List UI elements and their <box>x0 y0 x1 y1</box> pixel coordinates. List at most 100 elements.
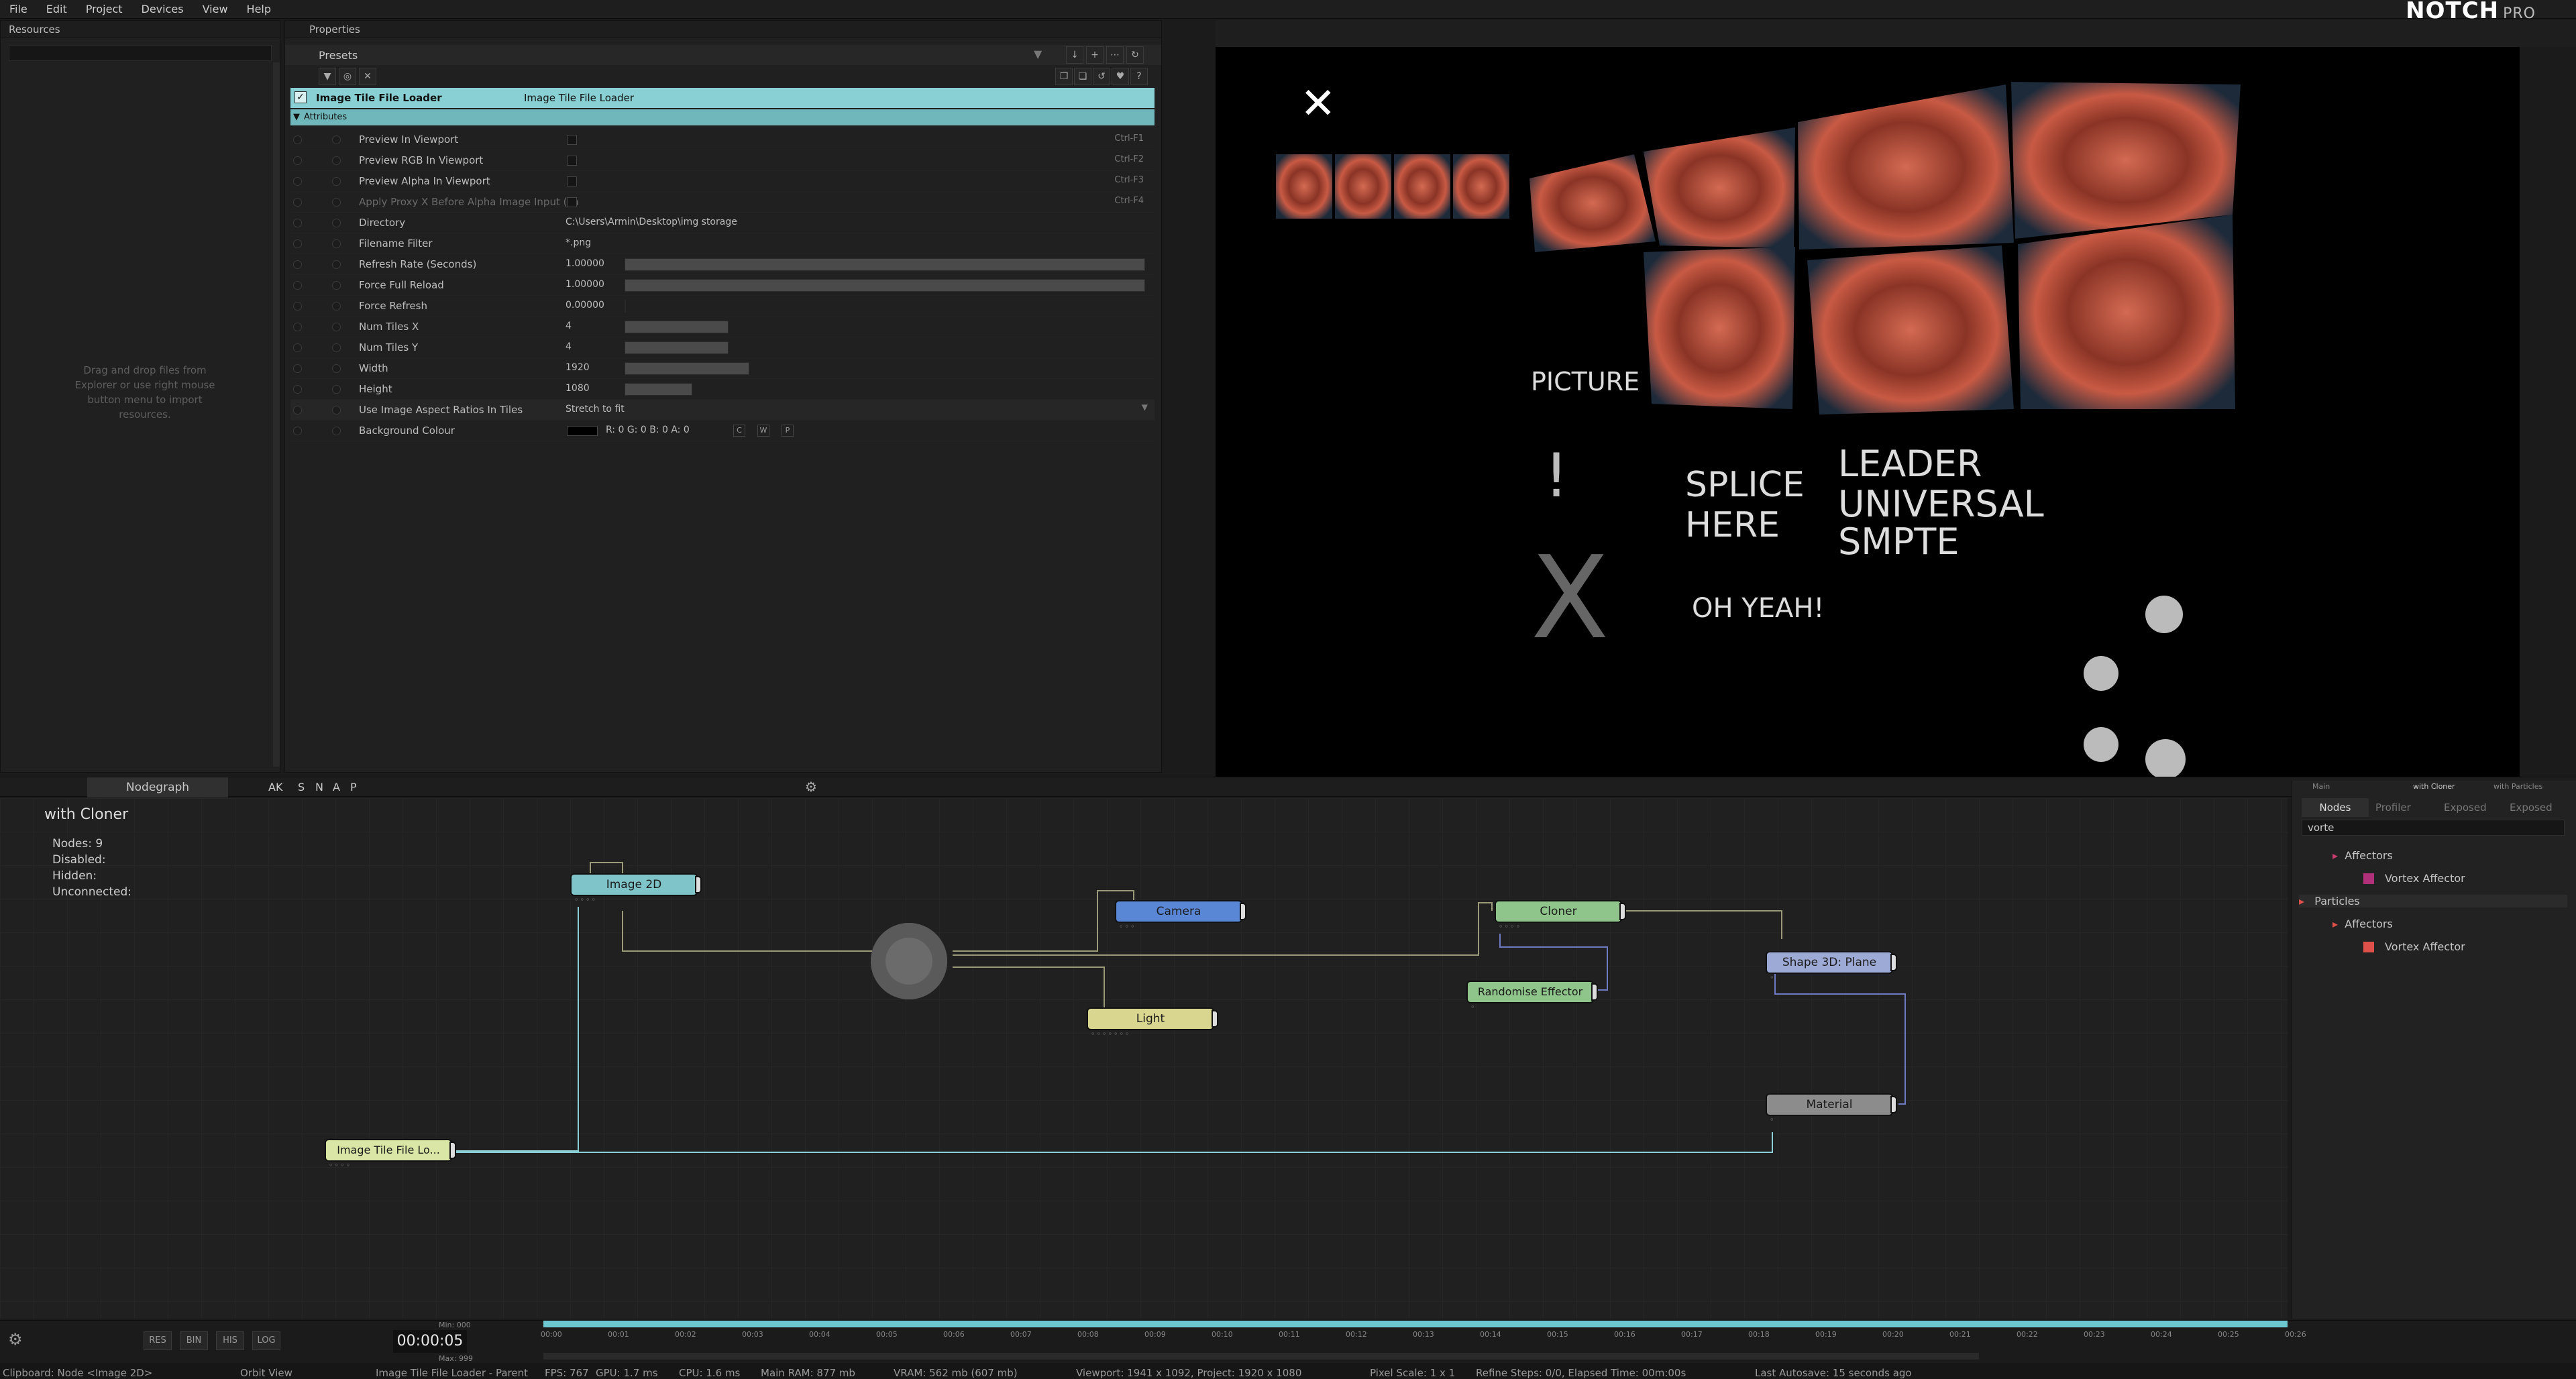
favorite-icon[interactable]: ♥ <box>1112 68 1129 85</box>
mode-s[interactable]: S <box>298 781 305 793</box>
expose-dot[interactable] <box>332 156 341 165</box>
more-icon[interactable]: ⋯ <box>1106 46 1124 64</box>
expose-dot[interactable] <box>332 219 341 227</box>
attribute-slider[interactable] <box>625 362 750 375</box>
tree-affectors-1[interactable]: ▸ Affectors <box>2332 849 2393 862</box>
menu-project[interactable]: Project <box>76 0 132 19</box>
keyframe-dot[interactable] <box>293 343 302 352</box>
attribute-row[interactable]: Num Tiles X 4 <box>290 317 1155 337</box>
node-shape-3d-plane[interactable]: Shape 3D: Plane ◦ <box>1767 952 1897 982</box>
timeline-scroll[interactable] <box>543 1353 1979 1360</box>
attribute-value[interactable]: R: 0 G: 0 B: 0 A: 0 <box>606 425 690 435</box>
attribute-row[interactable]: Apply Proxy X Before Alpha Image Input (… <box>290 192 1155 213</box>
tab-nodes[interactable]: Nodes <box>2302 798 2369 817</box>
chevron-down-icon[interactable]: ▼ <box>1142 402 1148 412</box>
attribute-value[interactable]: 4 <box>566 341 572 352</box>
node-image-2d[interactable]: Image 2D ◦◦◦◦ <box>572 875 702 904</box>
attribute-value[interactable]: 1.00000 <box>566 279 604 290</box>
colour-mode-0[interactable]: C <box>733 425 745 437</box>
keyframe-dot[interactable] <box>293 302 302 311</box>
keyframe-dot[interactable] <box>293 323 302 331</box>
expose-dot[interactable] <box>332 177 341 186</box>
expose-dot[interactable] <box>332 364 341 373</box>
tab-profiler[interactable]: Profiler <box>2375 802 2411 814</box>
add-icon[interactable]: + <box>1086 46 1104 64</box>
download-icon[interactable]: ↓ <box>1066 46 1083 64</box>
attributes-header[interactable]: ▼ Attributes <box>290 109 1155 125</box>
attribute-slider[interactable] <box>625 383 692 396</box>
attribute-row[interactable]: Force Full Reload 1.00000 <box>290 275 1155 296</box>
tree-affectors-2[interactable]: ▸ Affectors <box>2332 918 2393 930</box>
attribute-checkbox[interactable] <box>567 156 577 166</box>
attribute-checkbox[interactable] <box>567 135 577 145</box>
tree-vortex-affector-1[interactable]: Vortex Affector <box>2363 872 2465 885</box>
attribute-value[interactable]: 1080 <box>566 383 590 394</box>
resources-search-input[interactable] <box>9 45 272 61</box>
tree-vortex-affector-2[interactable]: Vortex Affector <box>2363 940 2465 953</box>
keyframe-dot[interactable] <box>293 260 302 269</box>
attribute-row[interactable]: Width 1920 <box>290 358 1155 379</box>
keyframe-dot[interactable] <box>293 239 302 248</box>
resources-scrollbar[interactable] <box>273 62 280 767</box>
paste-icon[interactable]: ❏ <box>1074 68 1091 85</box>
attribute-value[interactable]: 1920 <box>566 362 590 373</box>
mode-a[interactable]: A <box>333 781 340 793</box>
mode-n[interactable]: N <box>315 781 323 793</box>
viewport[interactable]: ✕ PICTURE ! SPLICE HERE LEADER UNIVERSAL… <box>1216 47 2520 778</box>
attribute-value[interactable]: Stretch to fit <box>566 404 625 415</box>
attribute-row[interactable]: Force Refresh 0.00000 <box>290 296 1155 317</box>
keyframe-dot[interactable] <box>293 198 302 207</box>
attribute-value[interactable]: 0.00000 <box>566 300 604 311</box>
expose-dot[interactable] <box>332 427 341 435</box>
attribute-slider[interactable] <box>625 341 729 354</box>
colour-mode-2[interactable]: P <box>782 425 794 437</box>
expose-dot[interactable] <box>332 198 341 207</box>
expose-dot[interactable] <box>332 385 341 394</box>
tab-exposed[interactable]: Exposed <box>2444 802 2487 814</box>
expose-dot[interactable] <box>332 135 341 144</box>
menu-edit[interactable]: Edit <box>37 0 76 19</box>
mode-p[interactable]: P <box>350 781 357 793</box>
keyframe-dot[interactable] <box>293 364 302 373</box>
expose-dot[interactable] <box>332 343 341 352</box>
attribute-row[interactable]: Filename Filter *.png <box>290 233 1155 254</box>
expose-dot[interactable] <box>332 281 341 290</box>
keyframe-dot[interactable] <box>293 177 302 186</box>
menu-help[interactable]: Help <box>237 0 280 19</box>
node-image-tile-file-loader[interactable]: Image Tile File Lo... ◦◦◦◦ <box>326 1140 456 1170</box>
refresh-icon[interactable]: ↻ <box>1126 46 1144 64</box>
clear-icon[interactable]: ✕ <box>359 68 376 85</box>
expose-dot[interactable] <box>332 323 341 331</box>
expose-dot[interactable] <box>332 260 341 269</box>
attribute-value[interactable]: *.png <box>566 237 591 248</box>
expose-dot[interactable] <box>332 239 341 248</box>
tree-particles[interactable]: ▸ Particles <box>2299 895 2567 907</box>
keyframe-dot[interactable] <box>293 156 302 165</box>
nodegraph-canvas[interactable]: with Cloner Nodes: 9 Disabled: Hidden: U… <box>0 798 2288 1319</box>
keyframe-dot[interactable] <box>293 135 302 144</box>
tab-with-cloner[interactable]: with Cloner <box>2413 782 2455 791</box>
colour-swatch[interactable] <box>567 426 598 436</box>
node-light[interactable]: Light ◦◦◦◦◦◦◦ <box>1088 1009 1218 1038</box>
tab-with-particles[interactable]: with Particles <box>2493 782 2542 791</box>
nodegraph-tab[interactable]: Nodegraph <box>87 777 228 797</box>
reset-icon[interactable]: ↺ <box>1093 68 1110 85</box>
attribute-row[interactable]: Preview In Viewport Ctrl-F1 <box>290 129 1155 150</box>
attribute-value[interactable]: C:\Users\Armin\Desktop\img storage <box>566 217 737 227</box>
attribute-slider[interactable] <box>625 300 626 313</box>
node-name[interactable]: Image Tile File Loader <box>316 92 442 104</box>
attribute-row[interactable]: Refresh Rate (Seconds) 1.00000 <box>290 254 1155 275</box>
keyframe-dot[interactable] <box>293 406 302 415</box>
menu-view[interactable]: View <box>193 0 237 19</box>
tab-main[interactable]: Main <box>2312 782 2330 791</box>
node-search-input[interactable] <box>2302 820 2565 836</box>
tab-exposed-2[interactable]: Exposed <box>2510 802 2553 814</box>
mode-ak[interactable]: AK <box>268 781 282 793</box>
attribute-value[interactable]: 1.00000 <box>566 258 604 269</box>
node-randomise-effector[interactable]: Randomise Effector ◦ <box>1468 982 1598 1011</box>
attribute-row[interactable]: Height 1080 <box>290 379 1155 400</box>
copy-icon[interactable]: ❐ <box>1055 68 1073 85</box>
node-enable-checkbox[interactable]: ✓ <box>294 91 307 103</box>
attribute-row[interactable]: Preview Alpha In Viewport Ctrl-F3 <box>290 171 1155 192</box>
node-material[interactable]: Material ◦ <box>1767 1095 1897 1124</box>
